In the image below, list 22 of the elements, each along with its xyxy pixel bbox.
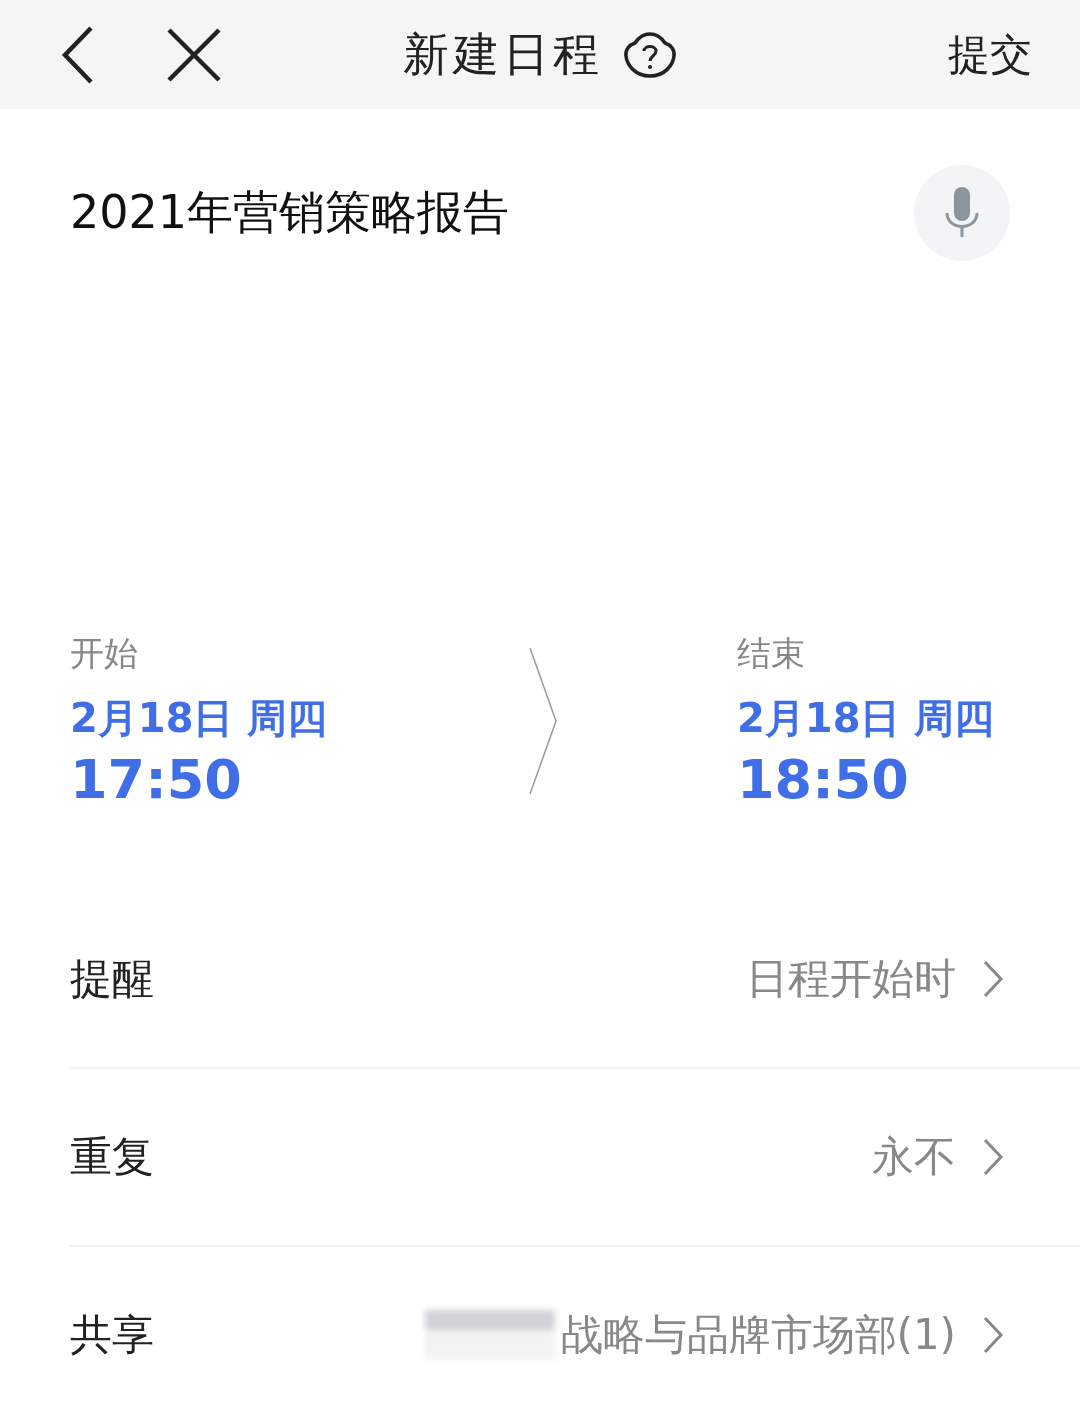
setting-value: 战略与品牌市场部(1) [560,1309,956,1361]
page-title: 新建日程 [403,25,603,83]
time-value[interactable]: 18:50 [737,748,1010,811]
date-value[interactable]: 2月18日 周四 [737,691,1010,746]
setting-row[interactable]: 提醒 日程开始时 [70,891,1080,1067]
setting-value: 永不 [872,1131,956,1183]
chevron-right-icon [982,1137,1004,1177]
setting-label: 提醒 [70,953,154,1005]
submit-button[interactable]: 提交 [948,26,1032,83]
time-value[interactable]: 17:50 [70,748,490,811]
chevron-right-icon [982,1315,1004,1355]
chevron-right-icon [982,959,1004,999]
setting-label: 共享 [70,1309,154,1361]
date-value[interactable]: 2月18日 周四 [70,691,490,746]
setting-value: 日程开始时 [746,953,956,1005]
setting-label: 重复 [70,1131,154,1183]
time-label: 开始 [70,632,139,675]
time-label: 结束 [737,632,806,675]
help-icon[interactable] [623,30,677,79]
setting-row[interactable]: 共享 战略与品牌市场部(1) [70,1245,1080,1423]
event-title-field[interactable]: 2021年营销策略报告 [70,182,510,244]
setting-row[interactable]: 重复 永不 [70,1067,1080,1245]
